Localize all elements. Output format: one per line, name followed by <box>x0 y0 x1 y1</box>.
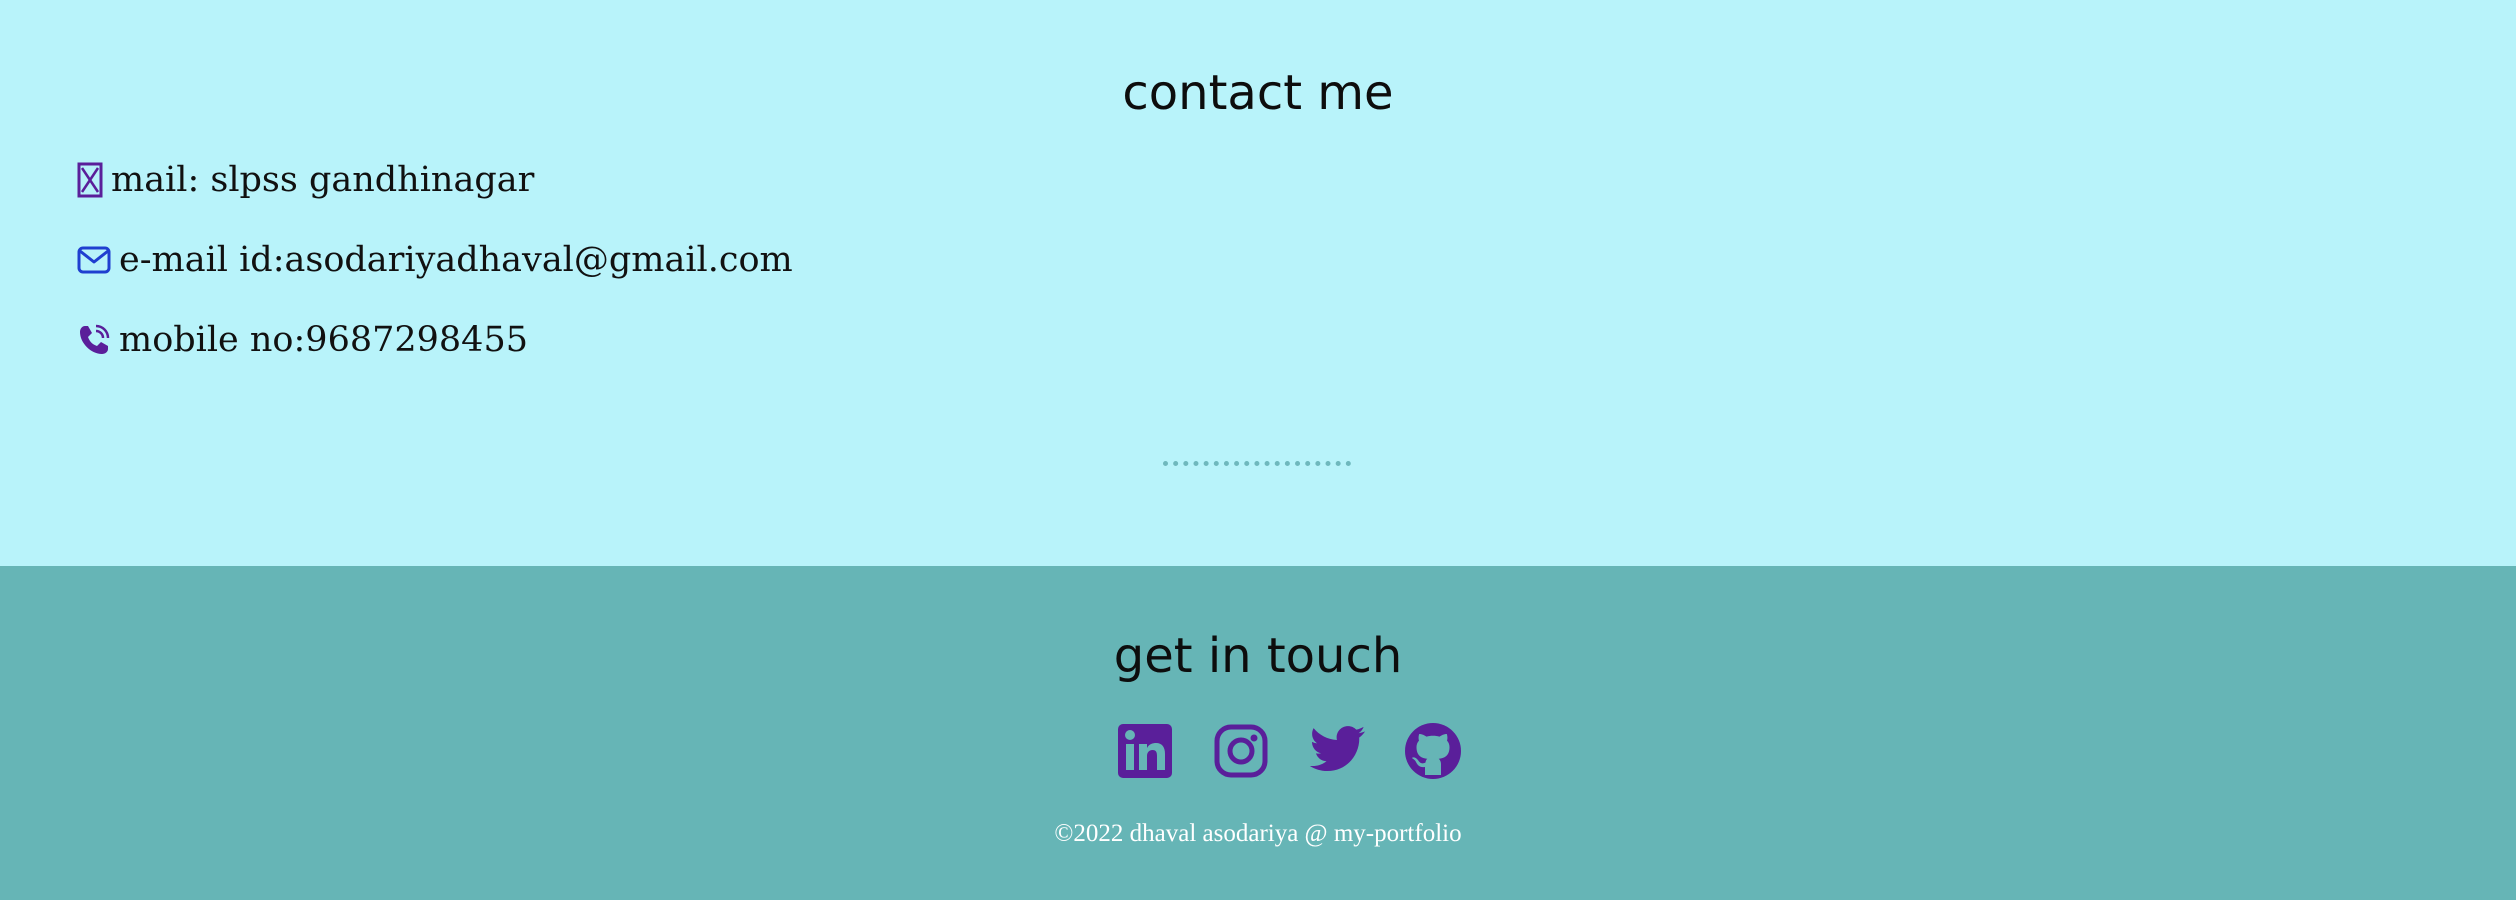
contact-address-text: mail: slpss gandhinagar <box>111 160 535 200</box>
footer-section: get in touch ©2022 dhaval asodariya @ my… <box>0 566 2516 900</box>
github-icon <box>1405 723 1461 779</box>
copyright-text: ©2022 dhaval asodariya @ my-portfolio <box>1054 820 1462 847</box>
dotted-divider <box>1163 461 1351 466</box>
contact-phone-row: mobile no:9687298455 <box>77 315 528 365</box>
footer-title: get in touch <box>1113 628 1403 684</box>
instagram-icon <box>1214 724 1268 778</box>
contact-title: contact me <box>1122 65 1394 121</box>
linkedin-icon <box>1118 724 1172 778</box>
github-link[interactable] <box>1404 722 1462 780</box>
contact-email-row: e-mail id:asodariyadhaval@gmail.com <box>77 235 793 285</box>
envelope-icon <box>77 246 111 274</box>
contact-section: contact me mail: slpss gandhinagar e-mai… <box>0 0 2516 566</box>
social-links <box>1116 722 1462 780</box>
contact-address-row: mail: slpss gandhinagar <box>77 155 534 205</box>
instagram-link[interactable] <box>1212 722 1270 780</box>
twitter-link[interactable] <box>1308 722 1366 780</box>
map-icon <box>77 162 103 198</box>
contact-phone-text: mobile no:9687298455 <box>119 320 528 360</box>
linkedin-link[interactable] <box>1116 722 1174 780</box>
contact-email-text: e-mail id:asodariyadhaval@gmail.com <box>119 240 793 280</box>
phone-icon <box>77 323 111 357</box>
twitter-icon <box>1309 726 1366 772</box>
